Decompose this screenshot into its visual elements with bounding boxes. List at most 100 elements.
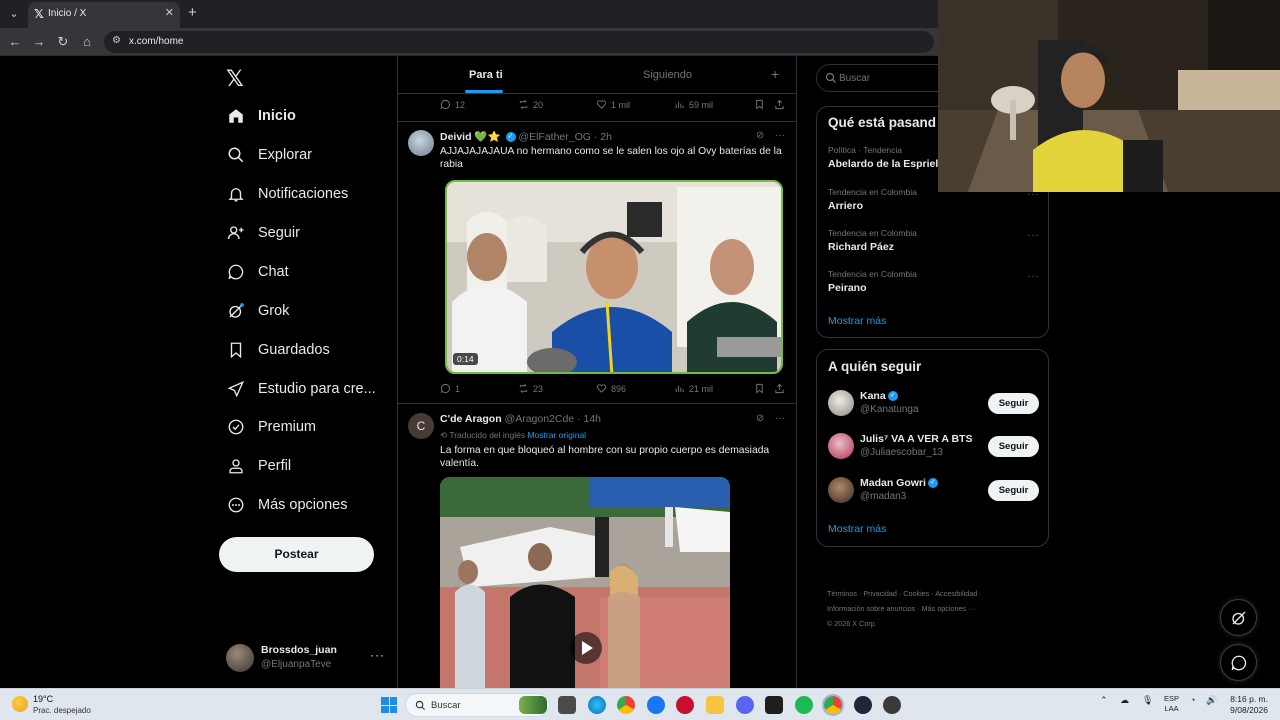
forward-icon[interactable]: →	[30, 33, 48, 51]
views-button[interactable]: 21 mil	[674, 383, 713, 394]
repost-button[interactable]: 20	[518, 99, 543, 110]
bookmark-button[interactable]	[754, 383, 769, 394]
nav-item-inicio[interactable]: Inicio	[226, 101, 296, 131]
obs-icon[interactable]	[883, 696, 901, 714]
nav-item-notificaciones[interactable]: Notificaciones	[226, 179, 348, 209]
tab-close-icon[interactable]: ✕	[165, 6, 174, 19]
footer-line[interactable]: Información sobre anuncios · Más opcione…	[827, 601, 1042, 616]
opera-icon[interactable]	[676, 696, 694, 714]
tweet[interactable]: C C'de Aragon @Aragon2Cde · 14h ⊘ ··· ⟲ …	[398, 403, 796, 688]
grok-icon[interactable]: ⊘	[756, 413, 764, 424]
task-view-icon[interactable]	[558, 696, 576, 714]
add-tab-icon[interactable]: +	[771, 66, 779, 82]
post-time[interactable]: · 2h	[594, 131, 612, 143]
grok-icon[interactable]: ⊘	[756, 130, 764, 141]
follow-button[interactable]: Seguir	[988, 393, 1039, 414]
tab-para-ti[interactable]: Para ti	[469, 69, 503, 81]
avatar[interactable]	[828, 477, 854, 503]
nav-item-perfil[interactable]: Perfil	[226, 451, 291, 481]
like-button[interactable]: 896	[596, 383, 626, 394]
nav-item-mas-opciones[interactable]: Más opciones	[226, 490, 347, 520]
spotify-icon[interactable]	[795, 696, 813, 714]
follow-show-more-link[interactable]: Mostrar más	[828, 523, 886, 535]
avatar[interactable]	[828, 390, 854, 416]
like-button[interactable]: 1 mil	[596, 99, 630, 110]
reply-button[interactable]: 1	[440, 383, 460, 394]
wifi-icon[interactable]: ◔	[1190, 695, 1195, 705]
steam-icon[interactable]	[854, 696, 872, 714]
more-icon[interactable]: ···	[1027, 271, 1040, 282]
author-name[interactable]: C'de Aragon	[440, 413, 502, 425]
weather-icon[interactable]	[12, 696, 28, 712]
nav-item-grok[interactable]: Grok	[226, 296, 289, 326]
show-original-link[interactable]: Mostrar original	[527, 430, 586, 440]
follow-button[interactable]: Seguir	[988, 436, 1039, 457]
more-icon[interactable]: ···	[775, 130, 785, 141]
more-icon[interactable]: ···	[370, 648, 385, 662]
trend-item[interactable]: Tendencia en Colombia Peirano ···	[828, 269, 1040, 294]
trend-item[interactable]: Tendencia en Colombia Richard Páez ···	[828, 228, 1040, 253]
tweet[interactable]: Deivid 💚⭐ ✓ @ElFather_OG · 2h ⊘ ··· AJJA…	[398, 121, 796, 403]
home-button-icon[interactable]: ⌂	[78, 33, 96, 51]
tweet-video[interactable]	[440, 477, 730, 688]
play-button[interactable]	[570, 632, 602, 664]
share-button[interactable]	[774, 99, 789, 110]
avatar[interactable]	[408, 130, 434, 156]
avatar[interactable]	[828, 433, 854, 459]
network-cloud-icon[interactable]: ☁	[1120, 695, 1129, 706]
x-logo-icon[interactable]: 𝕏	[226, 66, 244, 92]
tab-search-menu-icon[interactable]: ⌄	[4, 4, 24, 24]
reload-icon[interactable]: ↻	[54, 33, 72, 51]
reply-button[interactable]: 12	[440, 99, 465, 110]
clock[interactable]: 8:16 p. m. 9/08/2026	[1224, 694, 1268, 716]
back-icon[interactable]: ←	[6, 33, 24, 51]
footer-line[interactable]: Términos · Privacidad · Cookies · Accesi…	[827, 586, 1042, 601]
facebook-icon[interactable]	[647, 696, 665, 714]
edge-icon[interactable]	[588, 696, 606, 714]
new-tab-icon[interactable]: +	[188, 4, 197, 21]
chrome-icon[interactable]	[617, 696, 635, 714]
language-indicator[interactable]: ESP LAA	[1164, 694, 1179, 714]
weather-temperature[interactable]: 19°C	[33, 694, 53, 704]
tweet-video[interactable]: 0:14	[445, 180, 783, 374]
author-handle[interactable]: @Aragon2Cde	[505, 413, 575, 425]
nav-item-premium[interactable]: Premium	[226, 412, 316, 442]
share-button[interactable]	[774, 383, 789, 394]
nav-item-explorar[interactable]: Explorar	[226, 140, 312, 170]
post-time[interactable]: · 14h	[577, 413, 601, 425]
nav-item-guardados[interactable]: Guardados	[226, 335, 330, 365]
post-button[interactable]: Postear	[219, 537, 374, 572]
tray-chevron-icon[interactable]: ⌃	[1100, 695, 1108, 706]
follow-suggestion[interactable]: Kana ✓ @Kanatunga Seguir	[828, 388, 1040, 420]
more-icon[interactable]: ···	[775, 413, 785, 424]
repost-button[interactable]: 23	[518, 383, 543, 394]
discord-icon[interactable]	[736, 696, 754, 714]
browser-tab[interactable]: 𝕏 Inicio / X ✕	[28, 2, 180, 28]
windows-start-icon[interactable]	[381, 697, 397, 713]
account-switcher[interactable]: Brossdos_juan @EljuanpaTeve ···	[226, 642, 386, 674]
nav-item-estudio[interactable]: Estudio para cre...	[226, 374, 376, 404]
microphone-icon[interactable]: 🎙	[1142, 695, 1153, 706]
avatar[interactable]: C	[408, 413, 434, 439]
chrome-active-icon[interactable]	[822, 694, 844, 716]
site-info-icon[interactable]: ⚙	[112, 35, 121, 46]
url-input[interactable]: ⚙ x.com/home	[104, 31, 934, 53]
bookmark-button[interactable]	[754, 99, 769, 110]
grok-floating-button[interactable]	[1220, 599, 1257, 636]
nav-item-chat[interactable]: Chat	[226, 257, 289, 287]
nav-item-seguir[interactable]: Seguir	[226, 218, 300, 248]
more-icon[interactable]: ···	[1027, 230, 1040, 241]
author-handle[interactable]: @ElFather_OG	[518, 131, 591, 143]
volume-icon[interactable]: 🔊	[1206, 695, 1217, 706]
file-explorer-icon[interactable]	[706, 696, 724, 714]
capcut-icon[interactable]	[765, 696, 783, 714]
follow-suggestion[interactable]: Julis⁷ VA A VER A BTS @Juliaescobar_13 S…	[828, 431, 1040, 463]
weather-description[interactable]: Prac. despejado	[33, 706, 91, 715]
author-name[interactable]: Deivid 💚⭐	[440, 131, 501, 143]
search-highlight-icon[interactable]	[519, 696, 547, 714]
chat-floating-button[interactable]	[1220, 644, 1257, 681]
views-button[interactable]: 59 mil	[674, 99, 713, 110]
follow-button[interactable]: Seguir	[988, 480, 1039, 501]
tab-siguiendo[interactable]: Siguiendo	[643, 69, 692, 81]
follow-suggestion[interactable]: Madan Gowri ✓ @madan3 Seguir	[828, 475, 1040, 507]
